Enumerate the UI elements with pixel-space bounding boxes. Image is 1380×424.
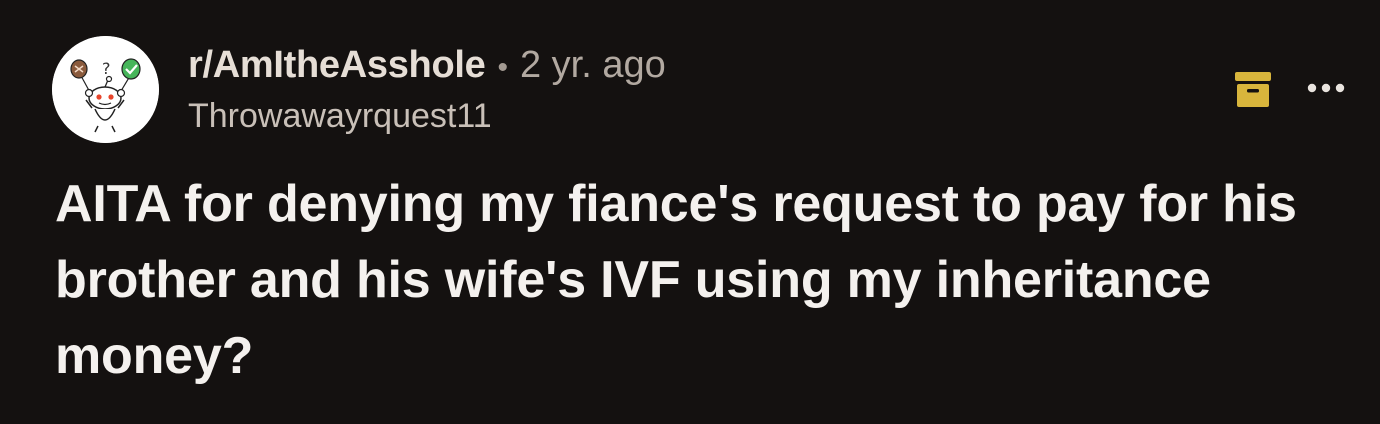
svg-text:?: ? (102, 59, 111, 78)
post-meta: r/AmItheAsshole • 2 yr. ago Throwawayrqu… (188, 40, 666, 137)
save-button[interactable] (1234, 69, 1272, 109)
more-options-icon (1307, 83, 1345, 93)
post-author[interactable]: Throwawayrquest11 (188, 95, 666, 137)
post-title[interactable]: AITA for denying my fiance's request to … (55, 166, 1335, 394)
archive-box-icon (1235, 72, 1271, 107)
more-options-button[interactable] (1300, 74, 1352, 102)
post-meta-line: r/AmItheAsshole • 2 yr. ago (188, 40, 666, 93)
subreddit-avatar-icon[interactable]: ? (52, 36, 159, 143)
subreddit-name[interactable]: r/AmItheAsshole (188, 40, 486, 90)
meta-separator: • (497, 51, 508, 84)
post-age: 2 yr. ago (519, 44, 666, 86)
